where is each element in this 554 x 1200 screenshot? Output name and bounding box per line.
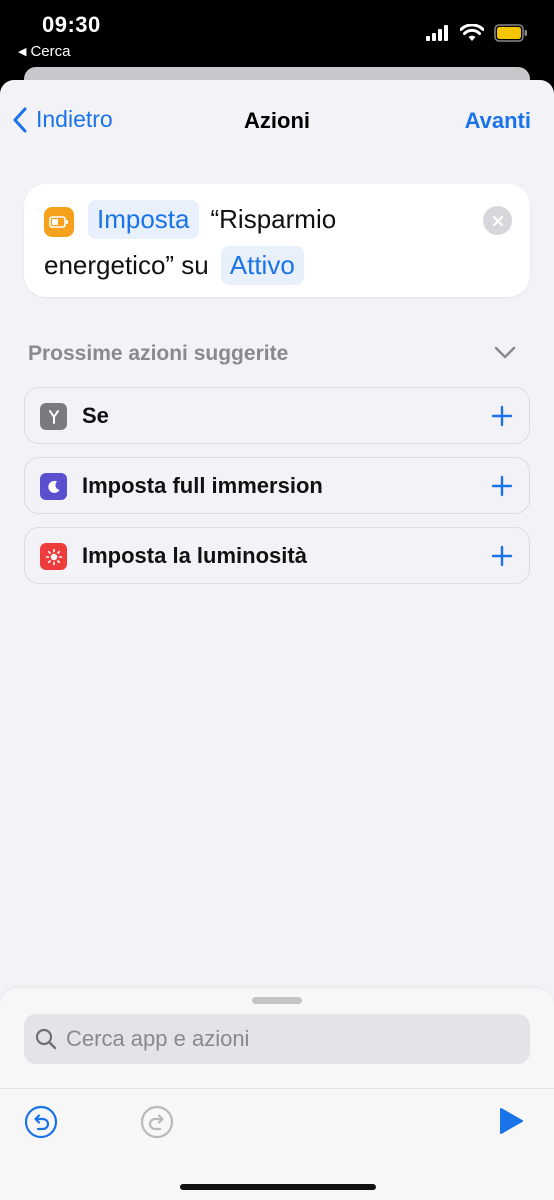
value-token[interactable]: Attivo xyxy=(220,246,304,285)
action-card: Imposta “Risparmio energetico” su Attivo xyxy=(24,184,530,297)
search-icon xyxy=(35,1028,57,1050)
back-to-app-link[interactable]: ◀ Cerca xyxy=(18,43,70,60)
chevron-down-icon[interactable] xyxy=(494,346,516,360)
home-indicator xyxy=(180,1184,376,1190)
search-bar[interactable] xyxy=(24,1014,530,1064)
cellular-signal-icon xyxy=(426,25,448,41)
play-icon[interactable] xyxy=(498,1107,524,1135)
add-icon[interactable] xyxy=(487,471,517,501)
battery-icon xyxy=(494,24,527,42)
suggestion-label: Imposta la luminosità xyxy=(82,543,307,568)
branch-icon xyxy=(40,403,67,430)
status-icons xyxy=(426,24,528,42)
navigation-bar: Indietro Azioni Avanti xyxy=(0,80,554,162)
action-text-part1: “Risparmio xyxy=(210,204,337,234)
suggestions-header: Prossime azioni suggerite xyxy=(28,342,289,365)
back-triangle-icon: ◀ xyxy=(18,46,27,58)
action-text-part2: energetico” su xyxy=(44,250,209,280)
sun-icon xyxy=(40,543,67,570)
suggestion-label: Imposta full immersion xyxy=(82,473,323,498)
remove-action-button[interactable] xyxy=(483,206,512,235)
back-to-app-label: Cerca xyxy=(30,43,71,60)
verb-token[interactable]: Imposta xyxy=(88,200,199,239)
suggestion-item-se[interactable]: Se xyxy=(24,387,530,444)
sheet-grabber[interactable] xyxy=(252,997,302,1004)
status-time: 09:30 xyxy=(42,12,101,37)
toolbar-divider xyxy=(0,1088,554,1089)
add-icon[interactable] xyxy=(487,541,517,571)
redo-icon[interactable] xyxy=(140,1105,174,1139)
next-button[interactable]: Avanti xyxy=(465,108,531,134)
actions-sheet: Indietro Azioni Avanti Imposta “Risparmi… xyxy=(0,80,554,1200)
search-input[interactable] xyxy=(66,1026,506,1052)
moon-icon xyxy=(40,473,67,500)
bottom-sheet xyxy=(0,988,554,1200)
action-line-1: Imposta “Risparmio xyxy=(88,200,336,239)
close-icon xyxy=(492,215,503,226)
add-icon[interactable] xyxy=(487,401,517,431)
battery-app-icon xyxy=(44,207,74,237)
suggestion-item-full-immersion[interactable]: Imposta full immersion xyxy=(24,457,530,514)
undo-icon[interactable] xyxy=(24,1105,58,1139)
action-line-2: energetico” su Attivo xyxy=(44,246,304,285)
suggestion-label: Se xyxy=(82,403,109,428)
suggestion-item-luminosita[interactable]: Imposta la luminosità xyxy=(24,527,530,584)
wifi-icon xyxy=(460,24,484,41)
